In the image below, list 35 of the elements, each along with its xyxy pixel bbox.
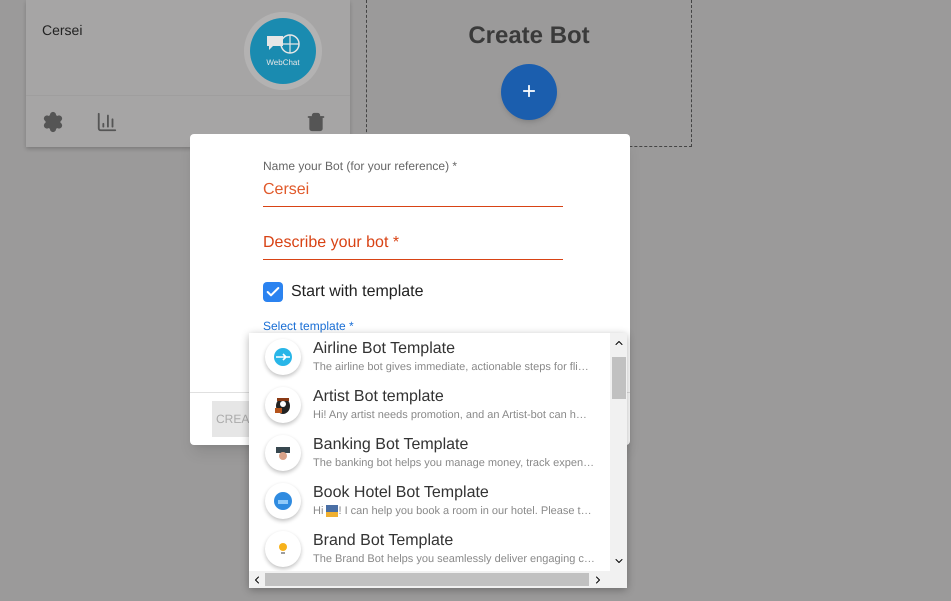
template-description: The airline bot gives immediate, actionable steps for fli… — [313, 360, 589, 375]
template-option[interactable]: Banking Bot Template The banking bot helps you manage money, track expen… — [249, 429, 610, 477]
template-option[interactable]: Airline Bot Template The airline bot gives immediate, actionable steps for fli… — [249, 333, 610, 381]
template-option[interactable]: Book Hotel Bot Template Hi ! I can help you book a room in our hotel. Please t… — [249, 477, 610, 525]
template-title: Brand Bot Template — [313, 530, 454, 551]
description-field[interactable]: Describe your bot * — [263, 231, 563, 260]
template-description: ! I can help you book a room in our hotel. Please t… — [338, 504, 592, 519]
field-label: Name your Bot (for your reference) * — [263, 158, 458, 174]
template-description: The banking bot helps you manage money, track expen… — [313, 456, 594, 471]
template-title: Airline Bot Template — [313, 338, 456, 359]
template-option[interactable]: Brand Bot Template The Brand Bot helps you seamlessly deliver engaging c… — [249, 525, 610, 571]
stats-button[interactable] — [96, 110, 118, 132]
template-description: Hi — [313, 504, 324, 519]
horizontal-scrollbar[interactable] — [249, 571, 627, 588]
template-description: The Brand Bot helps you seamlessly deliver engaging c… — [313, 552, 595, 567]
template-title: Book Hotel Bot Template — [313, 482, 490, 503]
vertical-scrollbar[interactable] — [610, 333, 627, 571]
template-checkbox[interactable] — [263, 282, 283, 302]
template-title: Banking Bot Template — [313, 434, 470, 455]
trash-icon — [306, 112, 326, 132]
add-bot-button[interactable]: + — [501, 64, 557, 120]
checkbox-label: Start with template — [291, 282, 424, 302]
hotel-emoji-icon — [326, 505, 338, 517]
bot-name: Cersei — [42, 21, 82, 40]
template-title: Artist Bot template — [313, 386, 445, 407]
create-bot-title: Create Bot — [468, 21, 590, 51]
template-description: Hi! Any artist needs promotion, and an Artist-bot can h… — [313, 408, 587, 423]
scrollbar-thumb[interactable] — [612, 357, 626, 399]
select-label: Select template * — [263, 320, 355, 332]
scrollbar-thumb[interactable] — [265, 573, 589, 586]
bar-chart-icon — [96, 110, 118, 132]
badge-label: WebChat — [266, 57, 300, 69]
delete-button[interactable] — [306, 112, 326, 132]
name-field[interactable]: Cersei — [263, 178, 563, 207]
template-option[interactable]: Artist Bot template Hi! Any artist needs promotion, and an Artist-bot can h… — [249, 381, 610, 429]
